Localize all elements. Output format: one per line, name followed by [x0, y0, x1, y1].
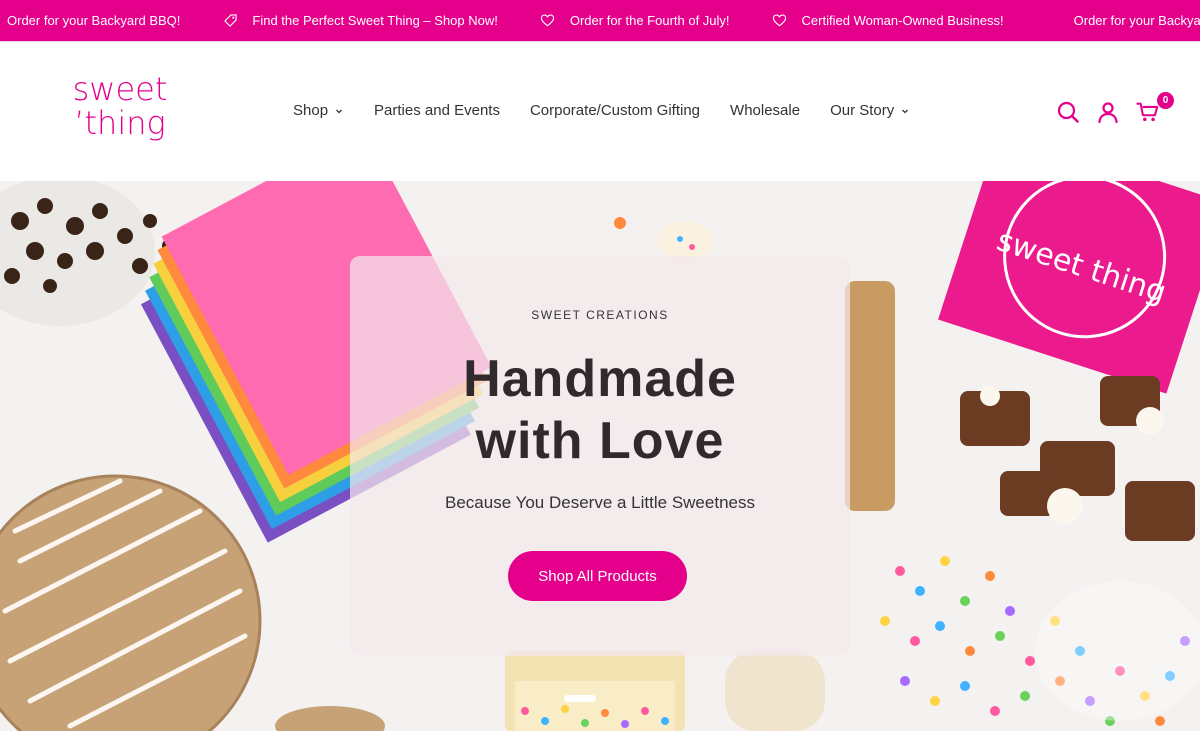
announcement-track: Order for your Backyard BBQ! Find the Pe… [7, 0, 1200, 41]
shop-all-products-button[interactable]: Shop All Products [508, 551, 687, 601]
cart-count-badge: 0 [1157, 92, 1174, 109]
announcement-text: Find the Perfect Sweet Thing – Shop Now! [252, 13, 498, 28]
logo-line-sweet: sweet [72, 70, 168, 108]
hero-headline: Handmade with Love [350, 348, 850, 472]
chevron-down-icon [900, 106, 910, 116]
logo-wordmark: sweet ’thing [64, 72, 176, 140]
user-icon[interactable] [1096, 100, 1120, 124]
announcement-item[interactable]: Certified Woman-Owned Business! [730, 13, 1004, 29]
logo-line-thing: ’thing [74, 104, 166, 142]
nav-item-label: Shop [293, 102, 329, 119]
announcement-item[interactable]: Find the Perfect Sweet Thing – Shop Now! [180, 13, 498, 29]
announcement-item[interactable]: Order for your Backyard BBQ! [1004, 13, 1200, 29]
nav-item-wholesale[interactable]: Wholesale [730, 102, 800, 119]
announcement-bar: Order for your Backyard BBQ! Find the Pe… [0, 0, 1200, 41]
search-icon[interactable] [1056, 100, 1080, 124]
hero-banner: sweet thing SWEET CREATIONS Handmade wit… [0, 181, 1200, 731]
header-actions: 0 [1040, 92, 1174, 124]
logo[interactable]: sweet ’thing [64, 72, 176, 152]
chevron-down-icon [334, 106, 344, 116]
hero-subheadline: Because You Deserve a Little Sweetness [445, 493, 755, 512]
hero-headline-line2: with Love [475, 412, 725, 470]
heart-icon [1044, 13, 1060, 29]
slide-dot[interactable] [564, 695, 596, 702]
cart-icon[interactable]: 0 [1136, 92, 1174, 124]
announcement-text: Certified Woman-Owned Business! [801, 13, 1004, 28]
site-header: sweet ’thing Shop Parties and Events Cor… [0, 41, 1200, 181]
nav-item-parties-and-events[interactable]: Parties and Events [374, 102, 500, 119]
nav-item-label: Our Story [830, 102, 895, 119]
hero-headline-line1: Handmade [463, 350, 737, 408]
heart-icon [540, 13, 556, 29]
tag-icon [222, 13, 238, 29]
nav-item-shop[interactable]: Shop [293, 102, 344, 119]
announcement-item[interactable]: Order for your Backyard BBQ! [7, 13, 180, 28]
announcement-item[interactable]: Order for the Fourth of July! [498, 13, 730, 29]
nav-item-corporate-gifting[interactable]: Corporate/Custom Gifting [530, 102, 700, 119]
hero-card: SWEET CREATIONS Handmade with Love Becau… [350, 256, 850, 656]
nav-item-label: Wholesale [730, 102, 801, 119]
page-bottom-strip [0, 731, 1200, 750]
announcement-text: Order for the Fourth of July! [569, 13, 730, 28]
heart-icon [772, 13, 788, 29]
announcement-text: Order for your Backyard BBQ! [1073, 13, 1200, 28]
nav-item-label: Corporate/Custom Gifting [529, 102, 701, 119]
slideshow-pagination [564, 695, 596, 702]
hero-eyebrow: SWEET CREATIONS [531, 308, 669, 322]
nav-item-label: Parties and Events [374, 102, 500, 119]
main-nav: Shop Parties and Events Corporate/Custom… [293, 102, 940, 119]
nav-item-our-story[interactable]: Our Story [830, 102, 910, 119]
announcement-text: Order for your Backyard BBQ! [7, 13, 181, 28]
